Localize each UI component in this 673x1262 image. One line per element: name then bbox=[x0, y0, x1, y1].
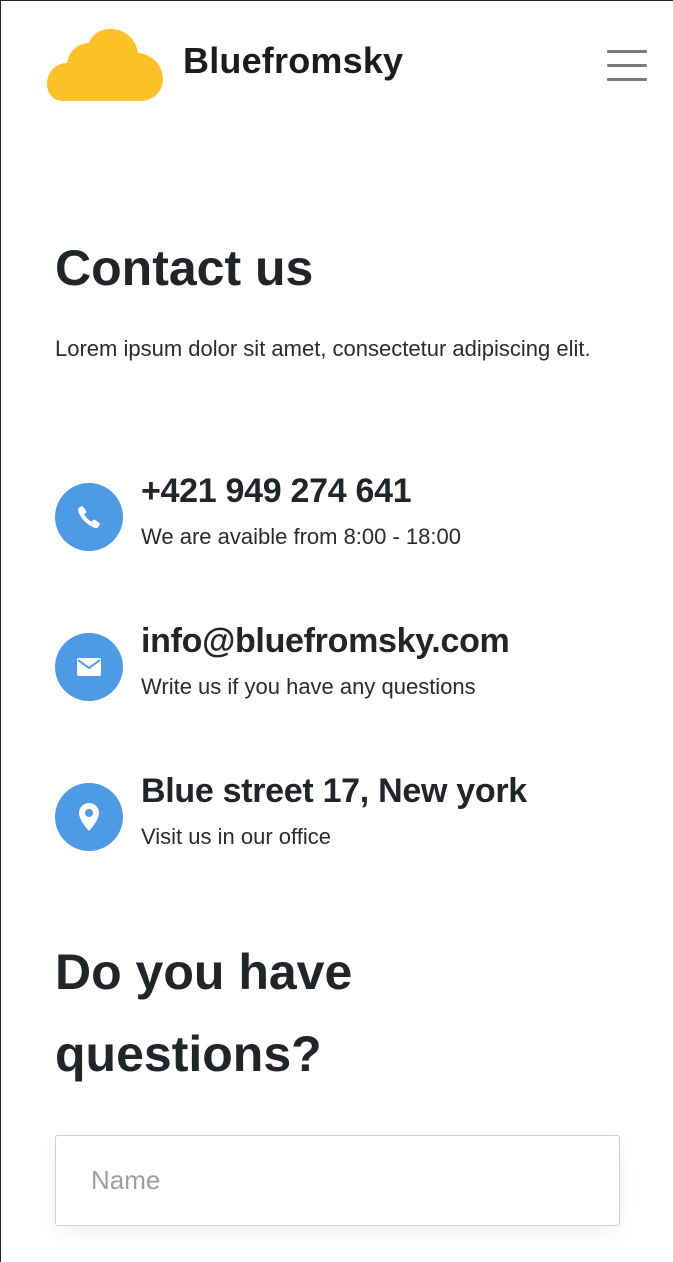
phone-number[interactable]: +421 949 274 641 bbox=[141, 465, 412, 517]
address-note: Visit us in our office bbox=[141, 824, 331, 849]
contact-phone: +421 949 274 641 We are avaible from 8:0… bbox=[55, 472, 621, 583]
logo-link[interactable]: Bluefromsky bbox=[45, 27, 403, 103]
email-note: Write us if you have any questions bbox=[141, 674, 476, 699]
brand-name: Bluefromsky bbox=[183, 40, 404, 81]
street-address[interactable]: Blue street 17, New york bbox=[141, 765, 527, 817]
phone-icon bbox=[55, 483, 123, 551]
phone-hours: We are avaible from 8:00 - 18:00 bbox=[141, 524, 461, 549]
cloud-icon bbox=[47, 29, 163, 101]
menu-bar bbox=[607, 64, 647, 67]
page-title: Contact us bbox=[55, 240, 314, 296]
envelope-icon bbox=[55, 633, 123, 701]
name-input[interactable] bbox=[55, 1135, 620, 1226]
menu-bar bbox=[607, 78, 647, 81]
hamburger-menu-icon[interactable] bbox=[605, 47, 649, 83]
form-title: Do you have questions? bbox=[55, 944, 353, 1082]
map-pin-icon bbox=[55, 783, 123, 851]
contact-address: Blue street 17, New york Visit us in our… bbox=[55, 772, 621, 883]
email-address[interactable]: info@bluefromsky.com bbox=[141, 615, 510, 667]
site-header: Bluefromsky bbox=[1, 1, 673, 131]
contact-email: info@bluefromsky.com Write us if you hav… bbox=[55, 622, 621, 733]
menu-bar bbox=[607, 50, 647, 53]
intro-text: Lorem ipsum dolor sit amet, consectetur … bbox=[55, 336, 591, 361]
